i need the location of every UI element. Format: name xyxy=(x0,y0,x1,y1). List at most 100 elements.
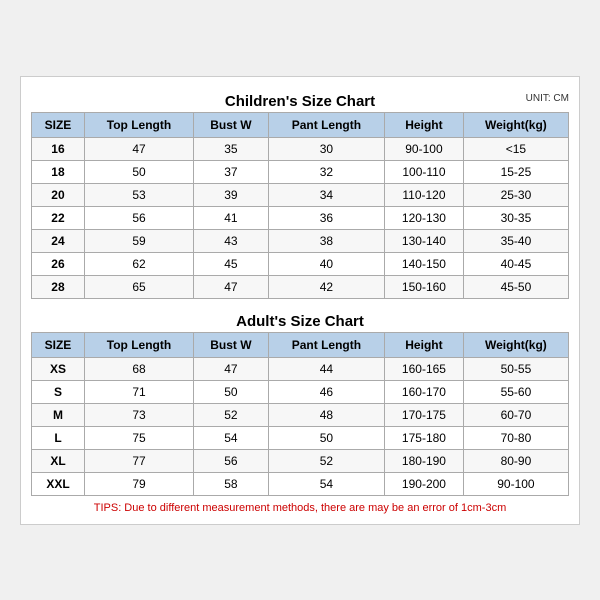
table-cell: 34 xyxy=(268,183,384,206)
children-header-row: SIZE Top Length Bust W Pant Length Heigh… xyxy=(32,112,569,137)
table-cell: 25-30 xyxy=(463,183,568,206)
table-cell: 90-100 xyxy=(463,472,568,495)
table-cell: XXL xyxy=(32,472,85,495)
table-cell: 55-60 xyxy=(463,380,568,403)
table-cell: 80-90 xyxy=(463,449,568,472)
table-row: 28654742150-16045-50 xyxy=(32,275,569,298)
table-cell: 40-45 xyxy=(463,252,568,275)
table-cell: 32 xyxy=(268,160,384,183)
table-cell: XL xyxy=(32,449,85,472)
table-cell: 45-50 xyxy=(463,275,568,298)
table-cell: 44 xyxy=(268,357,384,380)
table-cell: 52 xyxy=(268,449,384,472)
table-cell: XS xyxy=(32,357,85,380)
table-row: 18503732100-11015-25 xyxy=(32,160,569,183)
table-cell: 22 xyxy=(32,206,85,229)
table-cell: 28 xyxy=(32,275,85,298)
table-row: 24594338130-14035-40 xyxy=(32,229,569,252)
table-row: M735248170-17560-70 xyxy=(32,403,569,426)
table-cell: 40 xyxy=(268,252,384,275)
col-bust-w-a: Bust W xyxy=(194,332,269,357)
col-height: Height xyxy=(385,112,464,137)
tips-text: TIPS: Due to different measurement metho… xyxy=(31,502,569,514)
table-cell: 68 xyxy=(84,357,193,380)
table-cell: 150-160 xyxy=(385,275,464,298)
table-cell: 47 xyxy=(194,357,269,380)
table-cell: 48 xyxy=(268,403,384,426)
table-cell: <15 xyxy=(463,137,568,160)
table-cell: 38 xyxy=(268,229,384,252)
table-cell: 45 xyxy=(194,252,269,275)
col-bust-w: Bust W xyxy=(194,112,269,137)
table-cell: 54 xyxy=(194,426,269,449)
table-cell: 35 xyxy=(194,137,269,160)
table-cell: 52 xyxy=(194,403,269,426)
table-cell: L xyxy=(32,426,85,449)
table-cell: 110-120 xyxy=(385,183,464,206)
table-cell: 42 xyxy=(268,275,384,298)
col-size-a: SIZE xyxy=(32,332,85,357)
table-row: XXL795854190-20090-100 xyxy=(32,472,569,495)
table-cell: 53 xyxy=(84,183,193,206)
table-cell: S xyxy=(32,380,85,403)
table-row: 26624540140-15040-45 xyxy=(32,252,569,275)
table-cell: 160-165 xyxy=(385,357,464,380)
table-cell: 36 xyxy=(268,206,384,229)
table-cell: 46 xyxy=(268,380,384,403)
table-cell: 47 xyxy=(194,275,269,298)
table-cell: 90-100 xyxy=(385,137,464,160)
table-cell: 39 xyxy=(194,183,269,206)
table-cell: 75 xyxy=(84,426,193,449)
table-cell: 15-25 xyxy=(463,160,568,183)
unit-label: UNIT: CM xyxy=(526,93,569,104)
table-cell: 60-70 xyxy=(463,403,568,426)
chart-container: Children's Size Chart UNIT: CM SIZE Top … xyxy=(20,76,580,525)
table-cell: 50 xyxy=(194,380,269,403)
col-size: SIZE xyxy=(32,112,85,137)
table-cell: 30 xyxy=(268,137,384,160)
table-cell: 79 xyxy=(84,472,193,495)
children-table: SIZE Top Length Bust W Pant Length Heigh… xyxy=(31,112,569,299)
table-row: 22564136120-13030-35 xyxy=(32,206,569,229)
adult-header-row: SIZE Top Length Bust W Pant Length Heigh… xyxy=(32,332,569,357)
table-cell: 180-190 xyxy=(385,449,464,472)
table-cell: 73 xyxy=(84,403,193,426)
table-row: L755450175-18070-80 xyxy=(32,426,569,449)
table-cell: 56 xyxy=(194,449,269,472)
table-cell: 35-40 xyxy=(463,229,568,252)
table-cell: 56 xyxy=(84,206,193,229)
col-top-length: Top Length xyxy=(84,112,193,137)
table-cell: 160-170 xyxy=(385,380,464,403)
table-cell: 59 xyxy=(84,229,193,252)
table-cell: 50 xyxy=(268,426,384,449)
table-cell: 50 xyxy=(84,160,193,183)
table-cell: 175-180 xyxy=(385,426,464,449)
table-cell: 50-55 xyxy=(463,357,568,380)
table-cell: 170-175 xyxy=(385,403,464,426)
adult-table: SIZE Top Length Bust W Pant Length Heigh… xyxy=(31,332,569,496)
table-cell: 62 xyxy=(84,252,193,275)
table-cell: 54 xyxy=(268,472,384,495)
table-cell: 26 xyxy=(32,252,85,275)
adult-title-text: Adult's Size Chart xyxy=(236,313,364,330)
table-cell: 140-150 xyxy=(385,252,464,275)
table-row: S715046160-17055-60 xyxy=(32,380,569,403)
col-top-length-a: Top Length xyxy=(84,332,193,357)
table-cell: 58 xyxy=(194,472,269,495)
adult-title: Adult's Size Chart xyxy=(31,307,569,332)
table-cell: 130-140 xyxy=(385,229,464,252)
table-cell: 65 xyxy=(84,275,193,298)
col-pant-length: Pant Length xyxy=(268,112,384,137)
children-title: Children's Size Chart UNIT: CM xyxy=(31,87,569,112)
table-cell: 120-130 xyxy=(385,206,464,229)
table-cell: 77 xyxy=(84,449,193,472)
table-cell: 47 xyxy=(84,137,193,160)
table-row: XS684744160-16550-55 xyxy=(32,357,569,380)
col-weight: Weight(kg) xyxy=(463,112,568,137)
table-cell: 16 xyxy=(32,137,85,160)
table-cell: M xyxy=(32,403,85,426)
table-cell: 190-200 xyxy=(385,472,464,495)
table-cell: 41 xyxy=(194,206,269,229)
table-cell: 43 xyxy=(194,229,269,252)
col-weight-a: Weight(kg) xyxy=(463,332,568,357)
